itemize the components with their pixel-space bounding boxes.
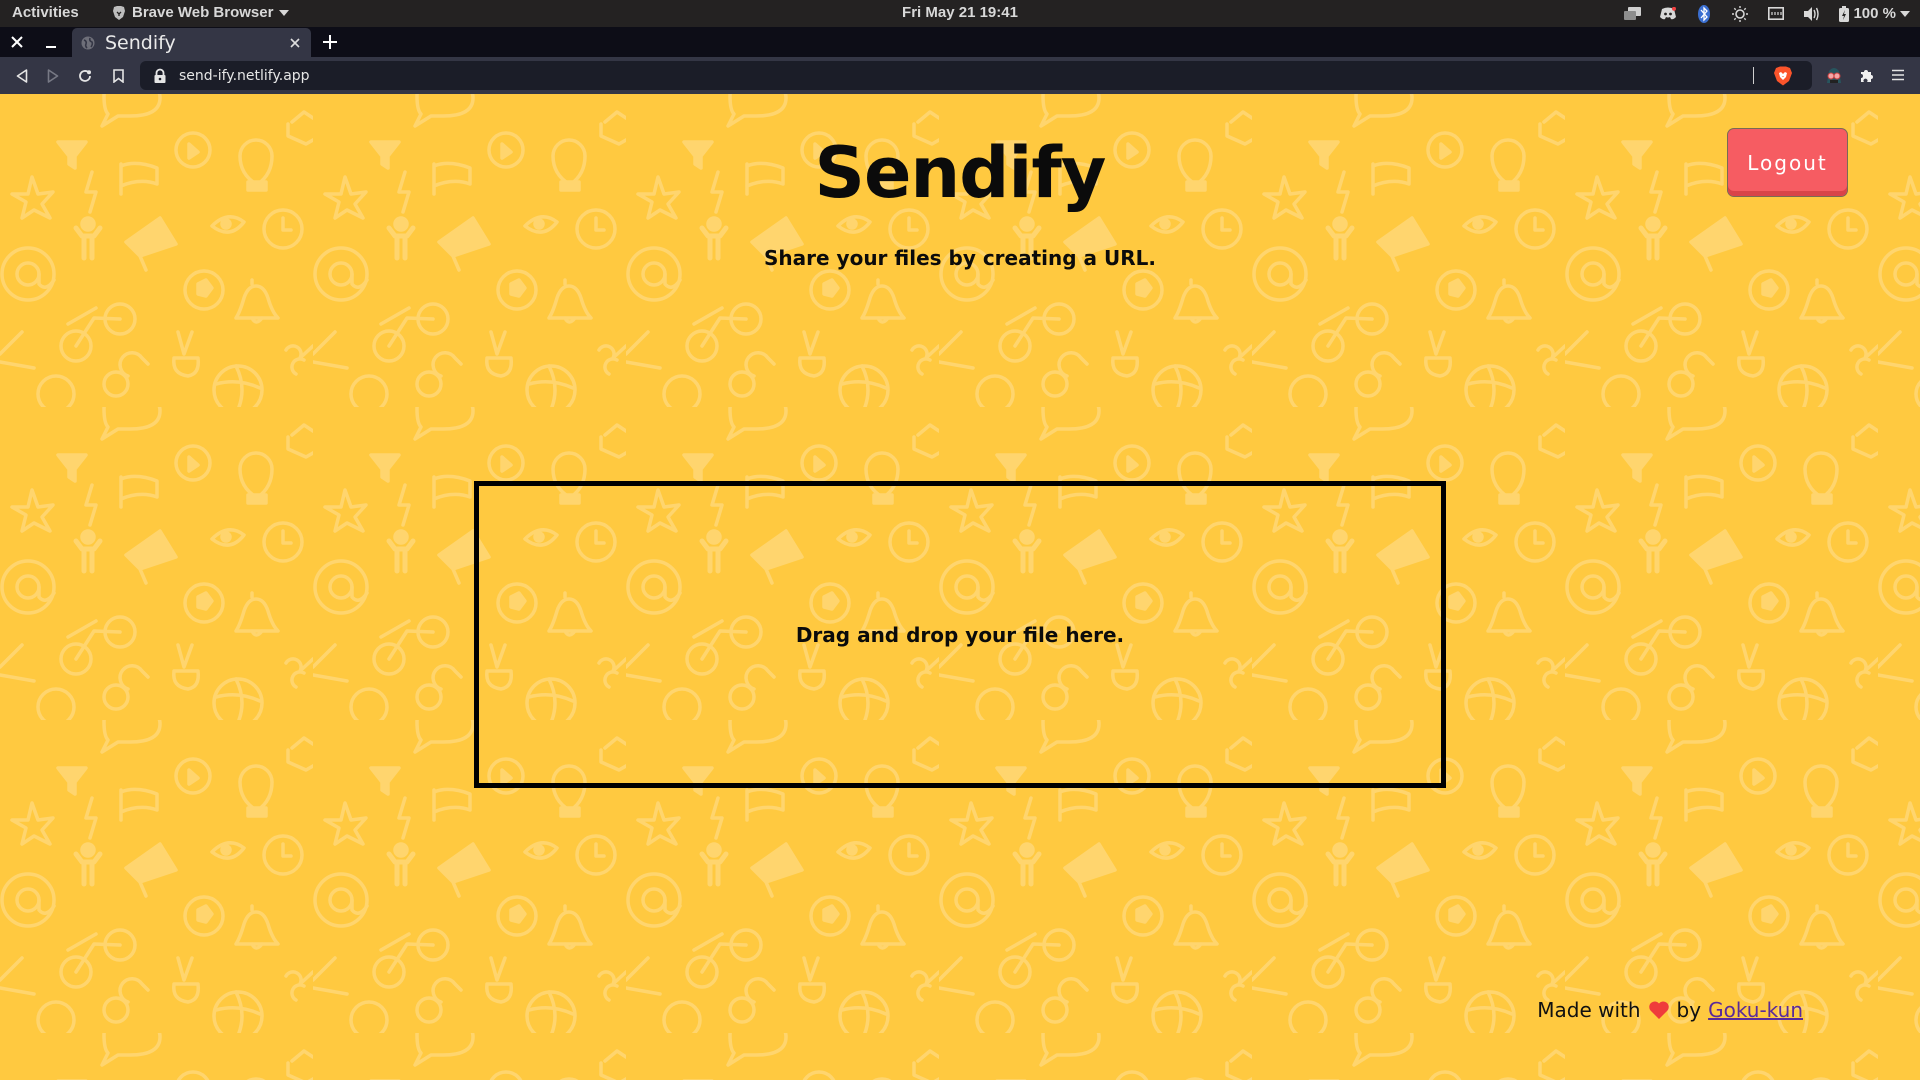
- footer-prefix: Made with: [1537, 998, 1641, 1022]
- bookmark-icon: [112, 69, 124, 83]
- chevron-down-icon: [279, 9, 290, 16]
- brave-shields-icon[interactable]: [1772, 65, 1794, 87]
- volume-icon[interactable]: [1803, 5, 1821, 23]
- battery-icon: [1839, 5, 1850, 22]
- extensions-icon: [1861, 70, 1873, 82]
- tab-close-button[interactable]: [285, 33, 305, 53]
- system-tray[interactable]: 100 %: [1623, 0, 1910, 27]
- logout-button[interactable]: Logout: [1728, 129, 1847, 196]
- window-minimize-button[interactable]: [39, 30, 63, 54]
- app-menu-label: Brave Web Browser: [132, 4, 274, 21]
- page-title: Sendify: [814, 132, 1107, 214]
- heart-icon: [1648, 1001, 1669, 1019]
- lock-icon[interactable]: [153, 68, 167, 84]
- close-icon: [11, 36, 23, 48]
- address-bar-divider: [1753, 67, 1754, 84]
- chevron-down-icon: [1900, 10, 1910, 17]
- forward-button[interactable]: [41, 64, 65, 88]
- footer-by: by: [1676, 998, 1702, 1022]
- forward-icon: [47, 69, 59, 83]
- tab-title: Sendify: [105, 32, 176, 54]
- brightness-icon[interactable]: [1731, 5, 1749, 23]
- plus-icon: [323, 35, 337, 49]
- address-bar[interactable]: send-ify.netlify.app: [140, 61, 1812, 90]
- author-link[interactable]: Goku-kun: [1708, 998, 1803, 1022]
- tab-sendify[interactable]: Sendify: [72, 28, 311, 58]
- app-menu[interactable]: Brave Web Browser: [112, 4, 290, 21]
- battery-percent: 100 %: [1853, 5, 1896, 22]
- globe-icon: [81, 36, 95, 50]
- network-icon[interactable]: [1767, 5, 1785, 23]
- url-text[interactable]: send-ify.netlify.app: [179, 68, 310, 84]
- extension-avatar-button[interactable]: [1822, 63, 1846, 87]
- close-icon: [290, 38, 300, 48]
- extension-avatar-icon: [1827, 68, 1841, 83]
- system-top-bar: Activities Brave Web Browser Fri May 21 …: [0, 0, 1920, 27]
- brave-lion-icon: [113, 5, 125, 20]
- reload-button[interactable]: [73, 64, 97, 88]
- menu-icon: [1892, 69, 1904, 81]
- main-menu-button[interactable]: [1886, 63, 1910, 87]
- page-content: Sendify Share your files by creating a U…: [0, 94, 1920, 1080]
- reload-icon: [79, 70, 91, 82]
- workspace-icon[interactable]: [1623, 5, 1641, 23]
- footer-credit: Made with by Goku-kun: [1537, 998, 1803, 1022]
- minimize-icon: [46, 46, 56, 48]
- browser-toolbar: send-ify.netlify.app: [0, 57, 1920, 94]
- bookmark-button[interactable]: [106, 64, 130, 88]
- back-icon: [16, 69, 28, 83]
- battery-status[interactable]: 100 %: [1839, 5, 1910, 22]
- page-subtitle: Share your files by creating a URL.: [764, 246, 1156, 270]
- file-dropzone[interactable]: Drag and drop your file here.: [474, 481, 1446, 788]
- clock[interactable]: Fri May 21 19:41: [902, 4, 1018, 21]
- extensions-button[interactable]: [1855, 63, 1879, 87]
- tab-strip: Sendify: [0, 27, 1920, 58]
- activities-button[interactable]: Activities: [12, 4, 79, 21]
- window-close-button[interactable]: [5, 30, 29, 54]
- bluetooth-icon[interactable]: [1695, 4, 1713, 23]
- dropzone-hint: Drag and drop your file here.: [795, 622, 1125, 647]
- back-button[interactable]: [10, 64, 34, 88]
- discord-icon[interactable]: [1659, 5, 1677, 23]
- new-tab-button[interactable]: [318, 30, 342, 54]
